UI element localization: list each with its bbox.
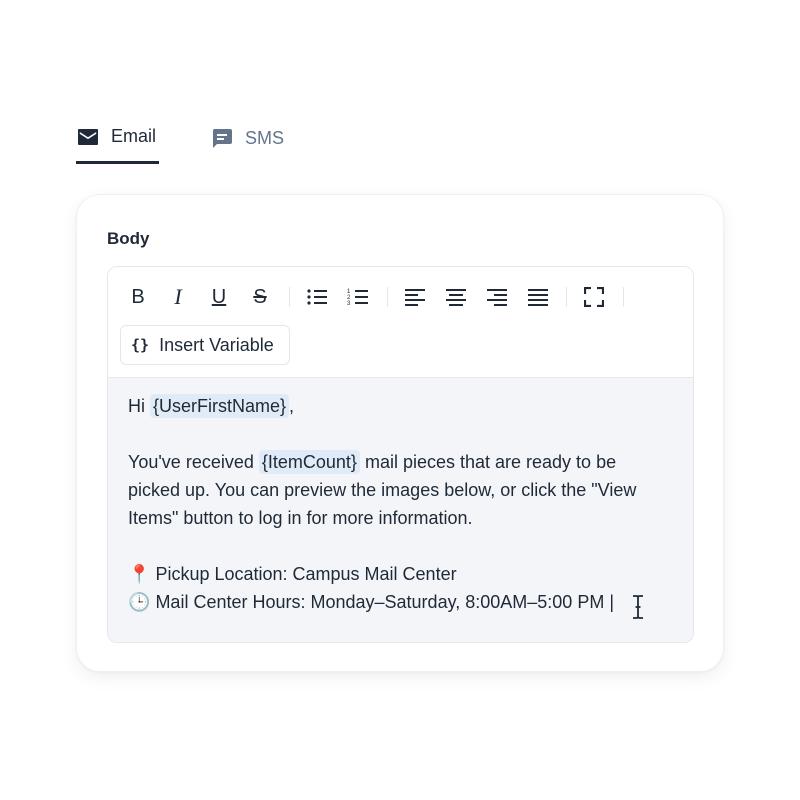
underline-button[interactable]: U xyxy=(206,282,232,312)
greeting-comma: , xyxy=(289,396,295,416)
body-line-1: You've received {ItemCount} mail pieces … xyxy=(128,450,617,474)
message-card: Body B I U S 1 2 3 {} Insert Variable Hi… xyxy=(76,194,724,672)
align-center-button[interactable] xyxy=(443,282,469,312)
fullscreen-button[interactable] xyxy=(581,282,607,312)
braces-icon: {} xyxy=(131,336,150,354)
align-left-icon xyxy=(405,289,425,306)
variable-chip-user-first-name[interactable]: {UserFirstName} xyxy=(150,394,290,418)
bold-icon: B xyxy=(131,286,145,308)
bulleted-list-icon xyxy=(307,289,327,305)
chat-icon xyxy=(210,126,234,150)
rich-text-editor: B I U S 1 2 3 {} Insert Variable Hi {Use… xyxy=(107,266,694,643)
editor-content[interactable]: Hi {UserFirstName}, You've received {Ite… xyxy=(108,378,693,642)
insert-variable-button[interactable]: {} Insert Variable xyxy=(120,325,290,365)
toolbar-divider xyxy=(566,287,567,307)
body-line-3: Items" button to log in for more informa… xyxy=(128,508,473,528)
greeting-line: Hi {UserFirstName}, xyxy=(128,394,295,418)
align-right-icon xyxy=(487,289,507,306)
align-right-button[interactable] xyxy=(484,282,510,312)
clock-icon: 🕒 xyxy=(128,592,151,612)
bold-button[interactable]: B xyxy=(125,282,151,312)
envelope-icon xyxy=(76,125,100,149)
tab-email[interactable]: Email xyxy=(76,112,159,164)
align-justify-button[interactable] xyxy=(525,282,551,312)
fullscreen-icon xyxy=(584,287,604,307)
editor-toolbar: B I U S 1 2 3 {} Insert Variable xyxy=(108,267,693,378)
pin-icon: 📍 xyxy=(128,564,151,584)
body-line-2: picked up. You can preview the images be… xyxy=(128,480,637,500)
italic-button[interactable]: I xyxy=(165,282,191,312)
align-justify-icon xyxy=(528,289,548,306)
strikethrough-button[interactable]: S xyxy=(247,282,273,312)
hours-line: 🕒 Mail Center Hours: Monday–Saturday, 8:… xyxy=(128,592,614,613)
numbered-list-button[interactable]: 1 2 3 xyxy=(345,282,371,312)
numbered-list-icon: 1 2 3 xyxy=(347,289,368,307)
tab-sms[interactable]: SMS xyxy=(210,112,300,164)
align-center-icon xyxy=(446,289,466,306)
strikethrough-icon: S xyxy=(253,286,267,308)
toolbar-divider xyxy=(289,287,290,307)
body-line-1-suffix: mail pieces that are ready to be xyxy=(364,452,617,472)
svg-text:3: 3 xyxy=(347,301,351,307)
greeting-text: Hi xyxy=(128,396,145,416)
insert-variable-label: Insert Variable xyxy=(159,334,274,355)
toolbar-divider xyxy=(623,287,624,307)
text-cursor-icon xyxy=(633,595,643,619)
italic-icon: I xyxy=(174,284,182,309)
hours-text: Mail Center Hours: Monday–Saturday, 8:00… xyxy=(155,592,614,612)
pickup-location-line: 📍 Pickup Location: Campus Mail Center xyxy=(128,564,457,585)
toolbar-divider xyxy=(387,287,388,307)
body-line-1-prefix: You've received xyxy=(128,452,254,472)
tab-sms-label: SMS xyxy=(245,127,285,148)
channel-tabs: Email SMS xyxy=(76,112,316,164)
variable-chip-item-count[interactable]: {ItemCount} xyxy=(258,450,360,474)
body-label: Body xyxy=(107,229,150,248)
underline-icon: U xyxy=(211,286,227,308)
bulleted-list-button[interactable] xyxy=(304,282,330,312)
pickup-location-text: Pickup Location: Campus Mail Center xyxy=(155,564,457,584)
align-left-button[interactable] xyxy=(402,282,428,312)
tab-email-label: Email xyxy=(111,126,157,146)
